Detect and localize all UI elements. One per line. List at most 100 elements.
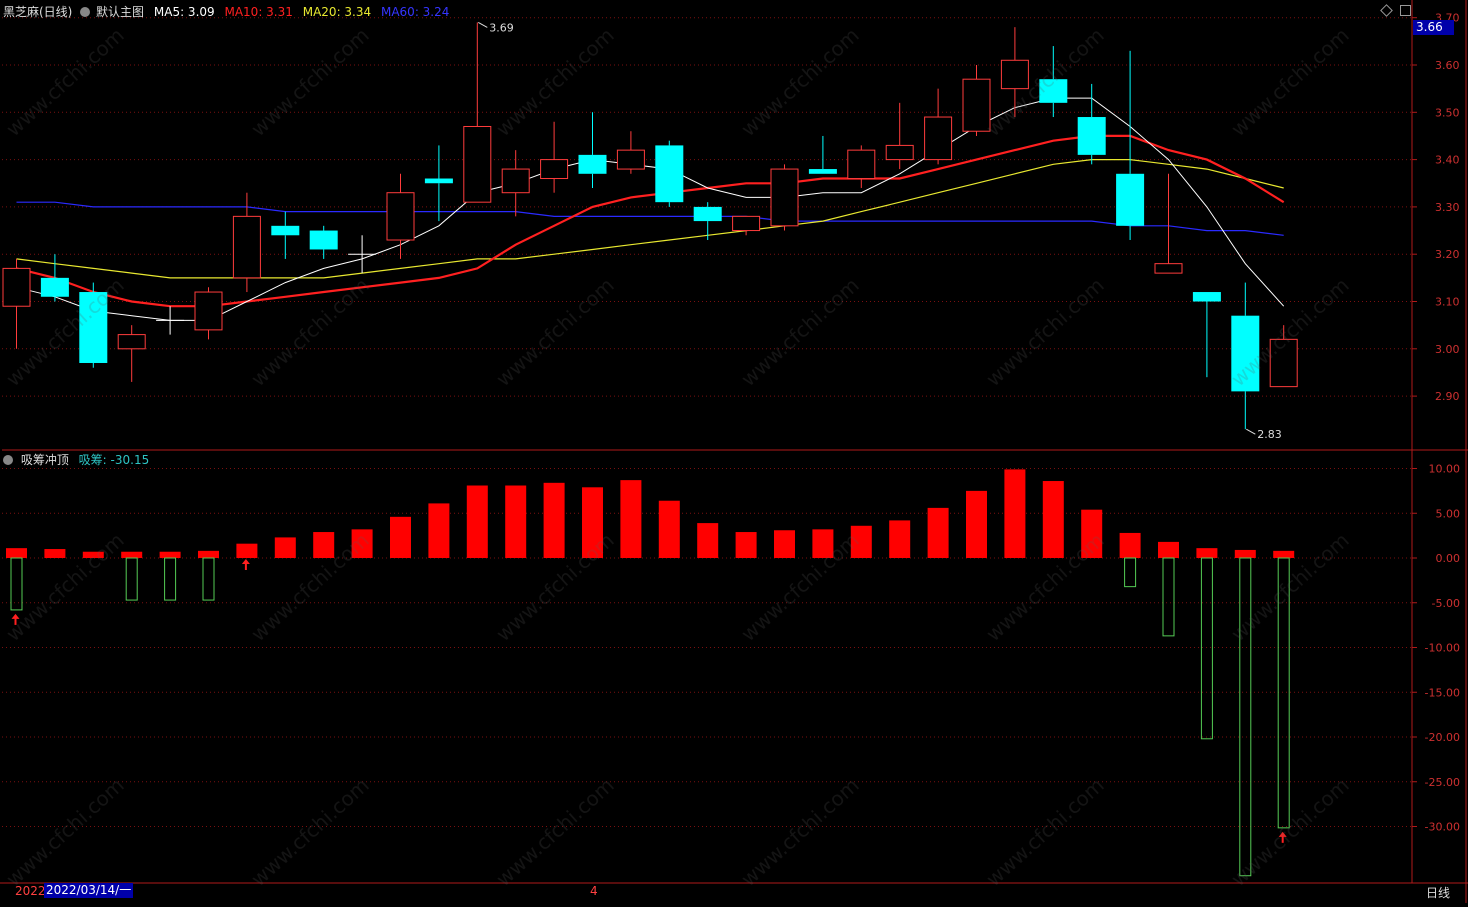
chart-name[interactable]: 默认主图 <box>96 5 144 19</box>
candle <box>1000 27 1029 118</box>
candle <box>2 258 31 349</box>
price-tick-label: 3.10 <box>1435 296 1460 309</box>
candle <box>1231 282 1260 430</box>
candle <box>348 235 377 274</box>
candle <box>117 325 146 382</box>
candle-body <box>655 145 684 203</box>
stock-chart-window: 3.70 3.60 3.50 3.40 3.30 3.20 3.10 3.00 2.90 10.0… <box>0 0 1468 903</box>
ma5-label: MA5: 3.09 <box>153 5 215 19</box>
price-tick-label: 3.60 <box>1435 59 1460 72</box>
candle <box>424 145 453 222</box>
candle <box>79 282 108 368</box>
month-label: 4 <box>590 884 598 898</box>
signal-arrow-icon <box>241 559 250 570</box>
indicator-green-bar <box>1200 557 1213 740</box>
indicator-green-bar <box>202 557 215 601</box>
candle-body <box>271 225 300 236</box>
candle-body <box>540 159 569 180</box>
indicator-tick-label: -15.00 <box>1425 686 1460 699</box>
indicator-red-bar <box>44 549 66 558</box>
annotation-pointer <box>1246 428 1256 435</box>
indicator-red-bar <box>1158 541 1179 558</box>
current-price-marker: 3.66 <box>1413 20 1454 35</box>
price-annotation: 2.83 <box>1246 428 1282 441</box>
indicator-red-bar <box>428 503 450 558</box>
indicator-red-bar <box>889 520 911 558</box>
candle-body <box>962 78 991 132</box>
sub-chart-header: 吸筹冲顶 吸筹: -30.15 <box>3 451 149 468</box>
indicator-red-bar <box>1234 549 1256 558</box>
annotation-label: 3.69 <box>489 21 514 34</box>
candle <box>847 145 876 188</box>
candle <box>540 121 569 193</box>
candle-body <box>1154 263 1183 274</box>
candle-body <box>424 178 453 184</box>
settings-circle-icon[interactable] <box>80 7 91 17</box>
indicator-tick-label: -10.00 <box>1425 642 1460 655</box>
candle <box>40 254 69 302</box>
indicator-red-bar <box>313 532 335 558</box>
indicator-tick-label: -30.00 <box>1425 821 1460 834</box>
price-tick-label: 3.30 <box>1435 201 1460 214</box>
indicator-red-bar <box>543 482 565 558</box>
candle-body <box>463 125 492 203</box>
indicator-red-bar <box>658 500 680 558</box>
candle <box>271 211 300 259</box>
indicator-value: 吸筹: -30.15 <box>78 453 150 467</box>
period-button[interactable]: 日线 <box>1426 884 1450 901</box>
candle <box>1039 46 1068 118</box>
candle-body <box>1000 59 1029 90</box>
indicator-red-bar <box>6 548 27 558</box>
indicator-tick-label: -25.00 <box>1425 776 1460 789</box>
arrow-head <box>11 613 20 619</box>
indicator-red-bar <box>159 551 181 558</box>
candle <box>1269 325 1298 388</box>
chart-canvas: 3.703.603.503.403.303.203.103.002.9010.0… <box>0 0 1468 903</box>
candle <box>770 164 799 231</box>
indicator-red-bar <box>505 485 527 558</box>
indicator-circle-icon[interactable] <box>3 455 13 465</box>
indicator-red-bar <box>351 529 373 558</box>
candle-body <box>616 149 645 170</box>
candle-body <box>501 168 530 194</box>
candle <box>655 140 684 207</box>
candle <box>1154 173 1183 274</box>
indicator-red-bar <box>82 551 104 558</box>
candle-body <box>770 168 799 227</box>
indicator-green-bar <box>1162 557 1175 637</box>
main-chart-header: 黑芝麻(日线) 默认主图 MA5: 3.09 MA10: 3.31 MA20: … <box>3 3 449 20</box>
candle <box>386 173 415 259</box>
candle-body <box>924 116 953 161</box>
indicator-red-bar <box>1004 469 1026 558</box>
indicator-tick-label: 0.00 <box>1436 552 1461 565</box>
candle-body <box>1116 173 1145 226</box>
candle-body <box>386 192 415 241</box>
indicator-red-bar <box>198 550 219 558</box>
indicator-red-bar <box>697 523 719 558</box>
price-tick-label: 3.00 <box>1435 343 1460 356</box>
price-annotation: 3.69 <box>478 21 514 34</box>
indicator-red-bar <box>466 485 488 558</box>
price-tick-label: 3.20 <box>1435 248 1460 261</box>
candle-body <box>79 292 108 363</box>
candle <box>924 88 953 165</box>
candle <box>309 225 338 259</box>
candle-body <box>40 277 69 297</box>
indicator-green-bar <box>164 557 177 601</box>
indicator-red-bar <box>582 487 603 558</box>
indicator-red-bar <box>774 530 795 558</box>
candle-body <box>1231 315 1260 392</box>
candle-body <box>1077 117 1106 155</box>
candle-body <box>578 154 607 174</box>
candle-body <box>1269 338 1298 388</box>
indicator-red-bar <box>1081 509 1103 558</box>
indicator-red-bar <box>1196 548 1218 558</box>
price-tick-label: 3.40 <box>1435 154 1460 167</box>
indicator-red-bar <box>1119 532 1141 558</box>
arrow-head <box>1278 831 1287 837</box>
ma10-label: MA10: 3.31 <box>224 5 293 19</box>
date-cursor-label: 2022/03/14/一 <box>44 883 134 898</box>
candle <box>962 65 991 136</box>
collapse-icon[interactable] <box>1400 5 1411 16</box>
indicator-green-bar <box>10 557 23 611</box>
